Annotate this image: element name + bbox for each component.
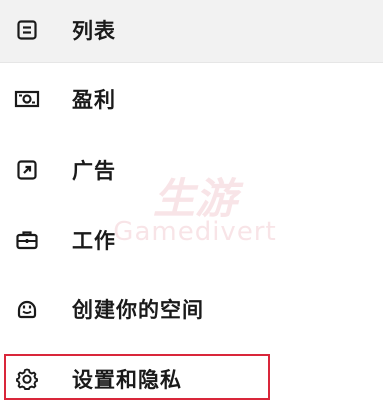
- menu-item-create-space[interactable]: 创建你的空间: [0, 283, 383, 335]
- gear-icon: [14, 366, 40, 392]
- menu-item-label: 盈利: [72, 88, 116, 112]
- menu-item-ads[interactable]: 广告: [0, 144, 383, 196]
- money-icon: [14, 86, 40, 112]
- menu-item-work[interactable]: 工作: [0, 214, 383, 266]
- ad-external-icon: [14, 157, 40, 183]
- menu-item-settings-privacy[interactable]: 设置和隐私: [0, 353, 383, 405]
- menu-item-label: 设置和隐私: [72, 368, 182, 392]
- menu-item-label: 创建你的空间: [72, 298, 204, 322]
- menu-item-label: 列表: [72, 19, 116, 43]
- list-icon: [14, 17, 40, 43]
- divider: [0, 62, 383, 63]
- menu-item-label: 广告: [72, 159, 116, 183]
- menu-item-monetization[interactable]: 盈利: [0, 73, 383, 125]
- menu-item-label: 工作: [72, 229, 116, 253]
- briefcase-icon: [14, 227, 40, 253]
- smile-face-icon: [14, 296, 40, 322]
- menu-item-list[interactable]: 列表: [0, 4, 383, 56]
